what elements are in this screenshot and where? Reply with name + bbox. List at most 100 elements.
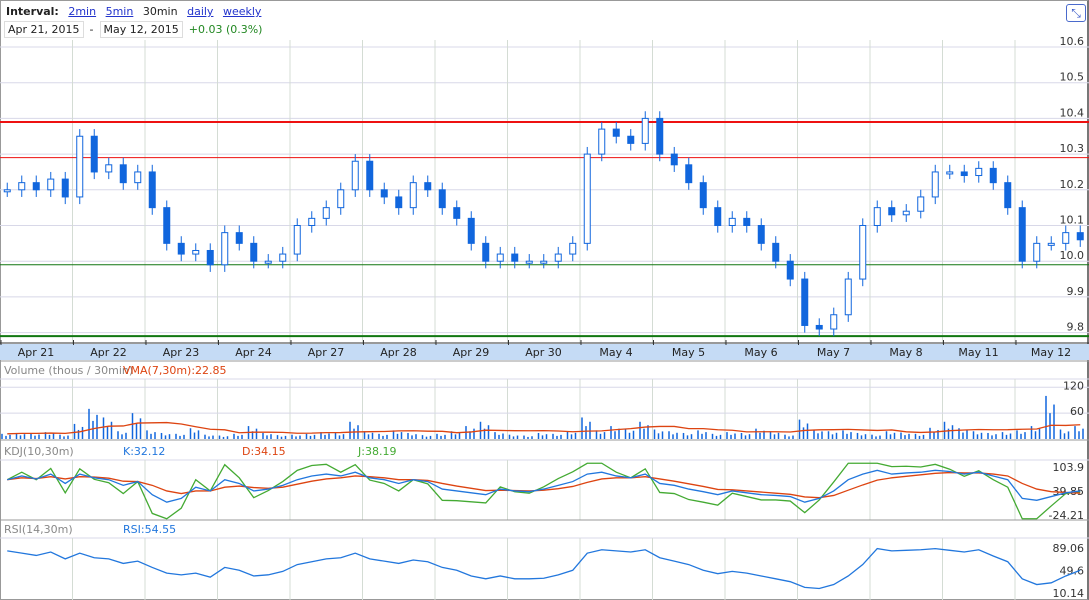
price-tick-label: 10.2 <box>1060 178 1085 191</box>
candle-body <box>32 182 40 191</box>
candle-body <box>496 253 504 262</box>
volume-tick-label: 120 <box>1063 379 1084 392</box>
price-tick-label: 10.0 <box>1060 249 1085 262</box>
candle-body <box>670 153 678 166</box>
candle-body <box>1033 242 1041 262</box>
candle-body <box>641 117 649 144</box>
rsi-tick-label: 89.06 <box>1053 542 1085 555</box>
candle-body <box>192 249 200 255</box>
candle-body <box>279 253 287 262</box>
candle-body <box>235 232 243 244</box>
candle-body <box>366 160 374 191</box>
candle-body <box>815 324 823 330</box>
candle-body <box>409 182 417 209</box>
date-tick-label: Apr 28 <box>380 346 417 359</box>
date-tick-label: May 8 <box>889 346 922 359</box>
volume-tick-label: 60 <box>1070 405 1084 418</box>
candle-body <box>177 242 185 255</box>
candle-body <box>873 207 881 226</box>
d-line <box>7 471 1081 499</box>
candle-body <box>380 189 388 198</box>
candle-body <box>989 167 997 184</box>
candle-body <box>221 232 229 266</box>
price-tick-label: 10.4 <box>1060 106 1085 119</box>
date-tick-label: May 12 <box>1031 346 1071 359</box>
date-tick-label: Apr 23 <box>163 346 200 359</box>
stock-chart[interactable]: 10.6 10.5 10.4 10.3 10.2 10.1 10.0 9.9 9.8 Apr 21… <box>0 0 1089 600</box>
date-tick-label: Apr 27 <box>308 346 345 359</box>
candle-body <box>134 171 142 184</box>
candle-body <box>1018 207 1026 262</box>
candle-body <box>337 189 345 209</box>
candle-body <box>206 249 214 266</box>
volume-title: Volume (thous / 30min) <box>4 364 133 377</box>
candle-body <box>511 253 519 262</box>
candle-body <box>612 128 620 137</box>
candle-body <box>453 207 461 219</box>
candle-body <box>18 182 26 191</box>
candle-body <box>656 117 664 155</box>
candle-body <box>90 135 98 173</box>
candle-body <box>540 260 548 264</box>
candle-body <box>119 164 127 184</box>
price-tick-label: 10.5 <box>1060 71 1085 84</box>
candle-body <box>598 128 606 155</box>
candle-body <box>844 278 852 316</box>
date-tick-label: Apr 29 <box>453 346 490 359</box>
candle-body <box>685 164 693 184</box>
candle-body <box>293 225 301 255</box>
kdj-title: KDJ(10,30m) <box>4 445 74 458</box>
date-tick-label: May 6 <box>744 346 777 359</box>
date-tick-label: May 7 <box>817 346 850 359</box>
candle-body <box>163 207 171 244</box>
rsi-tick-label: 49.6 <box>1060 565 1085 578</box>
price-tick-label: 10.3 <box>1060 142 1085 155</box>
candle-body <box>888 207 896 216</box>
candle-body <box>1076 232 1084 241</box>
candle-body <box>960 171 968 177</box>
candle-body <box>424 182 432 191</box>
candle-body <box>467 217 475 244</box>
candle-body <box>757 225 765 244</box>
candle-body <box>772 242 780 262</box>
rsi-label: RSI:54.55 <box>123 523 176 536</box>
price-tick-label: 10.6 <box>1060 35 1085 48</box>
candle-body <box>47 178 55 191</box>
vma-label: VMA(7,30m):22.85 <box>123 364 227 377</box>
candle-body <box>61 178 69 198</box>
candle-body <box>743 217 751 227</box>
candle-body <box>554 253 562 262</box>
candle-body <box>1047 242 1055 246</box>
rsi-tick-label: 10.14 <box>1053 587 1085 600</box>
candle-body <box>917 196 925 212</box>
d-label: D:34.15 <box>242 445 286 458</box>
candle-body <box>525 260 533 264</box>
candle-body <box>3 189 11 193</box>
candle-body <box>322 207 330 219</box>
candle-body <box>76 135 84 198</box>
candle-body <box>1004 182 1012 209</box>
candle-body <box>250 242 258 262</box>
candle-body <box>801 278 809 326</box>
candle-body <box>902 210 910 216</box>
candle-body <box>728 217 736 227</box>
candle-body <box>786 260 794 280</box>
candle-body <box>148 171 156 209</box>
k-label: K:32.12 <box>123 445 165 458</box>
candle-body <box>975 167 983 177</box>
candle-body <box>351 160 359 191</box>
price-tick-label: 9.8 <box>1067 321 1085 334</box>
candle-body <box>699 182 707 209</box>
candle-body <box>583 153 591 244</box>
candle-body <box>395 196 403 209</box>
price-tick-label: 9.9 <box>1067 285 1085 298</box>
candle-body <box>1062 232 1070 244</box>
candle-body <box>264 260 272 264</box>
price-tick-label: 10.1 <box>1060 214 1085 227</box>
date-tick-label: Apr 30 <box>525 346 562 359</box>
candle-body <box>308 217 316 227</box>
candle-body <box>438 189 446 209</box>
candle-body <box>714 207 722 226</box>
kdj-tick-label: 103.9 <box>1053 461 1085 474</box>
rsi-line <box>7 547 1081 590</box>
